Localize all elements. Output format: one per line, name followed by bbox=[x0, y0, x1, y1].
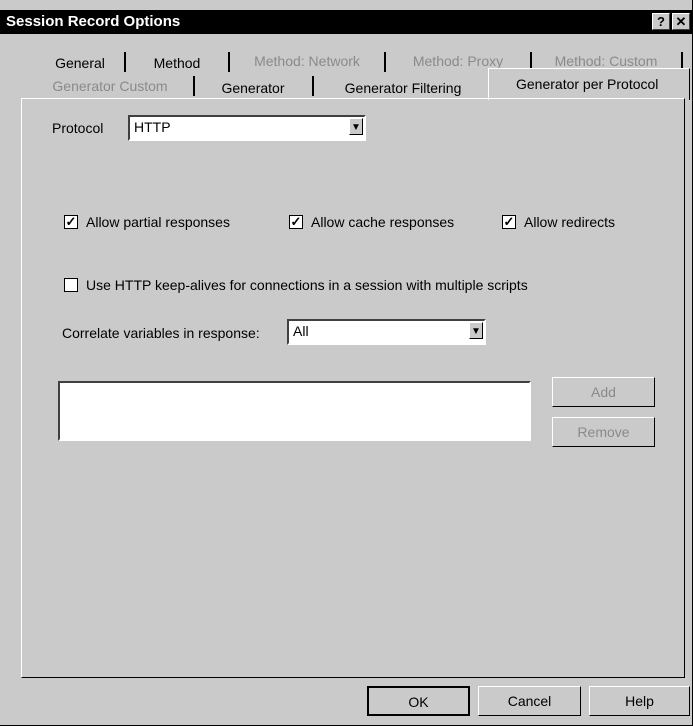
correlate-label: Correlate variables in response: bbox=[62, 325, 260, 341]
cache-responses-checkbox[interactable]: ✓ bbox=[289, 215, 303, 229]
ok-button[interactable]: OK bbox=[367, 686, 470, 716]
cache-responses-label: Allow cache responses bbox=[311, 214, 455, 230]
protocol-label: Protocol bbox=[52, 120, 104, 136]
protocol-value: HTTP bbox=[134, 119, 171, 135]
tab-divider bbox=[193, 76, 195, 96]
tab-divider bbox=[228, 52, 230, 72]
keepalive-label: Use HTTP keep-alives for connections in … bbox=[86, 277, 528, 293]
tab-method-network: Method: Network bbox=[254, 53, 360, 69]
tab-divider bbox=[312, 76, 314, 96]
redirects-checkbox[interactable]: ✓ bbox=[502, 215, 516, 229]
protocol-select[interactable]: HTTP ▼ bbox=[128, 115, 366, 141]
close-icon[interactable]: ✕ bbox=[672, 13, 690, 30]
tab-generator-filtering[interactable]: Generator Filtering bbox=[318, 77, 488, 99]
tab-generator-custom: Generator Custom bbox=[52, 78, 168, 94]
dialog-window: Session Record Options ? ✕ General Metho… bbox=[0, 0, 693, 726]
tab-divider bbox=[124, 52, 126, 72]
chevron-down-icon[interactable]: ▼ bbox=[469, 322, 483, 339]
tab-generator-per-protocol[interactable]: Generator per Protocol bbox=[488, 68, 690, 100]
keepalive-checkbox[interactable] bbox=[64, 278, 78, 292]
chevron-down-icon[interactable]: ▼ bbox=[349, 118, 363, 135]
partial-responses-checkbox[interactable]: ✓ bbox=[64, 215, 78, 229]
title-bar: Session Record Options ? ✕ bbox=[0, 10, 693, 34]
tab-general[interactable]: General bbox=[40, 52, 120, 74]
tab-generator[interactable]: Generator bbox=[198, 77, 308, 99]
correlate-value: All bbox=[293, 323, 309, 339]
help-button[interactable]: Help bbox=[589, 686, 690, 716]
window-title: Session Record Options bbox=[6, 13, 181, 30]
variables-listbox[interactable] bbox=[58, 381, 531, 441]
add-button[interactable]: Add bbox=[552, 377, 655, 407]
partial-responses-label: Allow partial responses bbox=[86, 214, 230, 230]
redirects-label: Allow redirects bbox=[524, 214, 616, 230]
tab-label: Generator per Protocol bbox=[516, 76, 659, 92]
cancel-button[interactable]: Cancel bbox=[478, 686, 581, 716]
correlate-select[interactable]: All ▼ bbox=[287, 319, 486, 345]
remove-button[interactable]: Remove bbox=[552, 417, 655, 447]
tab-method[interactable]: Method bbox=[130, 52, 224, 74]
help-icon[interactable]: ? bbox=[652, 13, 670, 30]
tab-divider bbox=[384, 52, 386, 72]
